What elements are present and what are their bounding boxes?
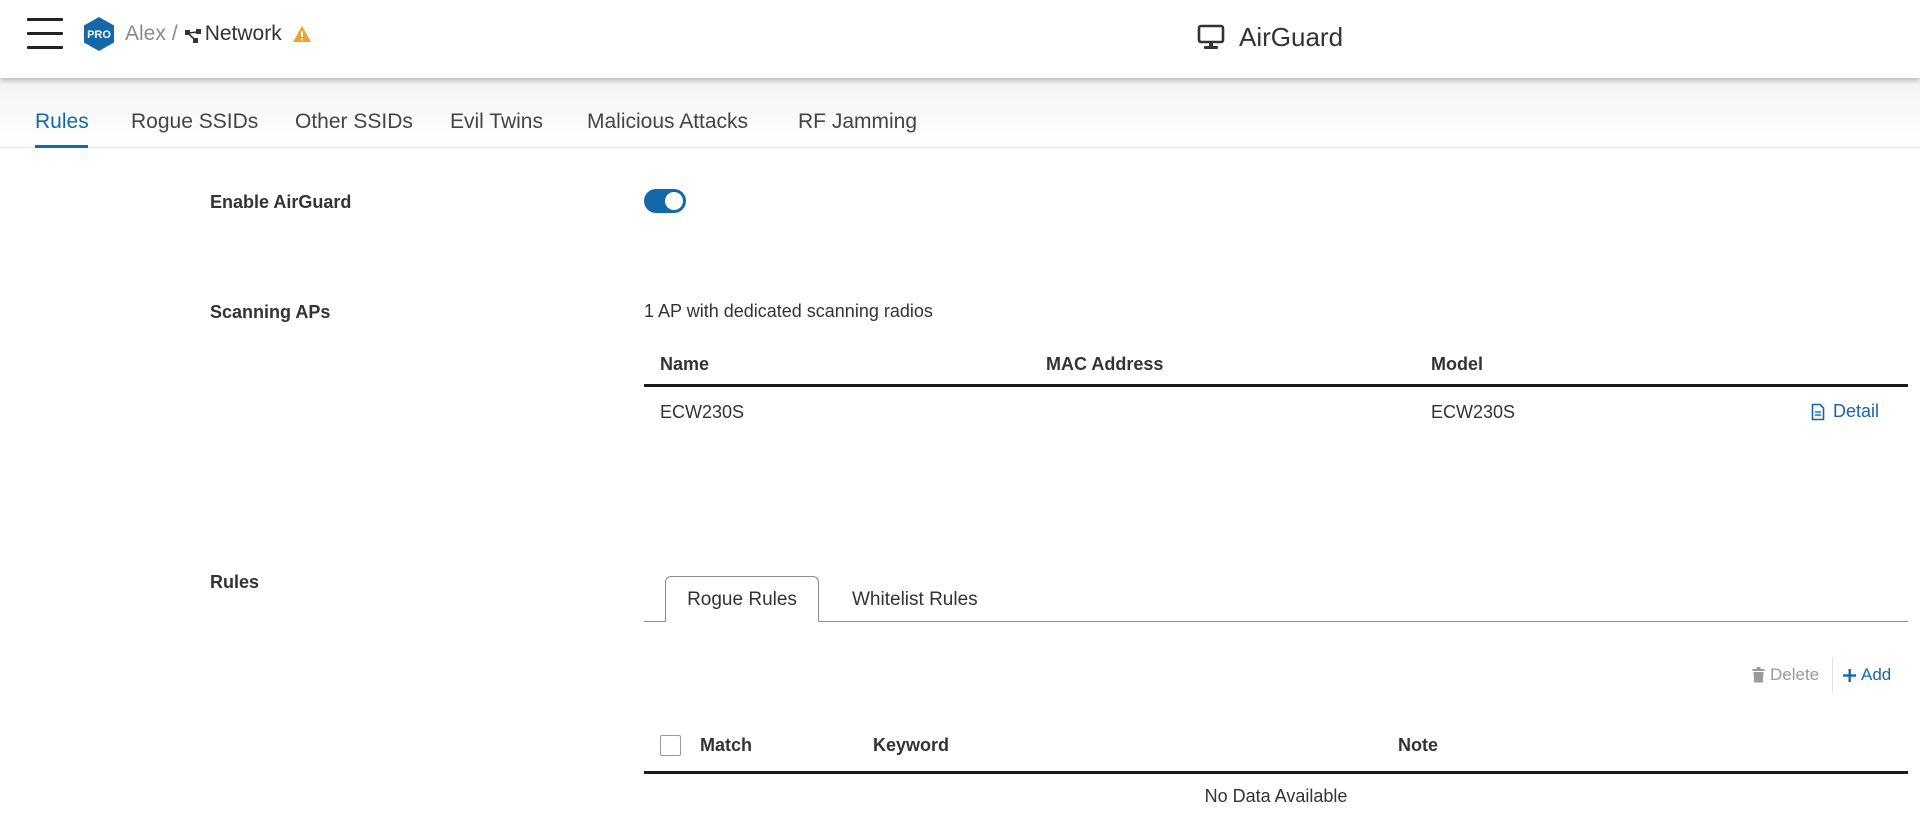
scanning-aps-description: 1 AP with dedicated scanning radios — [644, 301, 933, 321]
tab-rogue-ssids[interactable]: Rogue SSIDs — [131, 110, 258, 134]
document-icon — [1811, 403, 1825, 420]
column-header-note: Note — [1398, 735, 1438, 755]
pro-badge-text: PRO — [87, 29, 111, 41]
detail-label: Detail — [1833, 401, 1880, 421]
column-header-model: Model — [1431, 354, 1483, 374]
table-header-divider — [644, 384, 1908, 387]
breadcrumb-org[interactable]: Alex — [125, 22, 166, 46]
column-header-mac-address: MAC Address — [1046, 354, 1164, 374]
app-title-text: AirGuard — [1239, 21, 1344, 52]
add-button[interactable]: Add — [1843, 665, 1891, 685]
tab-rules[interactable]: Rules — [35, 110, 89, 134]
breadcrumb: Alex / Network — [125, 20, 312, 48]
monitor-icon — [1197, 24, 1225, 49]
subtab-divider — [644, 621, 1908, 622]
active-tab-indicator — [35, 145, 88, 148]
add-label: Add — [1861, 665, 1892, 684]
enable-airguard-label: Enable AirGuard — [210, 192, 352, 212]
select-all-checkbox[interactable] — [660, 735, 681, 756]
top-header: PRO Alex / Network AirGuard — [0, 0, 1920, 78]
rules-table-header-divider — [644, 771, 1908, 774]
tab-malicious-attacks[interactable]: Malicious Attacks — [587, 110, 748, 134]
scanning-aps-label: Scanning APs — [210, 302, 331, 322]
subtab-rogue-rules[interactable]: Rogue Rules — [665, 576, 819, 622]
tab-rf-jamming[interactable]: RF Jamming — [798, 110, 917, 134]
rules-label: Rules — [210, 572, 260, 592]
hamburger-menu-icon[interactable] — [27, 18, 63, 49]
tab-other-ssids[interactable]: Other SSIDs — [295, 110, 413, 134]
column-header-name: Name — [660, 354, 710, 374]
column-header-match: Match — [700, 735, 753, 755]
action-divider — [1832, 657, 1833, 693]
breadcrumb-network[interactable]: Network — [205, 22, 282, 46]
section-tabs: Rules Rogue SSIDs Other SSIDs Evil Twins… — [0, 78, 1920, 148]
enable-airguard-toggle[interactable] — [644, 189, 686, 213]
delete-button[interactable]: Delete — [1752, 665, 1819, 685]
network-topology-icon — [184, 26, 202, 43]
warning-icon[interactable] — [292, 25, 312, 43]
breadcrumb-separator: / — [171, 22, 178, 45]
pro-badge-icon: PRO — [83, 16, 115, 52]
ap-name-cell: ECW230S — [660, 402, 745, 422]
ap-model-cell: ECW230S — [1431, 402, 1516, 422]
toggle-knob — [665, 192, 683, 210]
subtab-whitelist-rules[interactable]: Whitelist Rules — [852, 589, 978, 611]
tab-evil-twins[interactable]: Evil Twins — [450, 110, 543, 134]
empty-state-text: No Data Available — [1204, 786, 1348, 806]
detail-button[interactable]: Detail — [1811, 401, 1879, 422]
plus-icon — [1843, 668, 1856, 682]
delete-label: Delete — [1770, 665, 1820, 684]
trash-icon — [1752, 667, 1765, 683]
column-header-keyword: Keyword — [873, 735, 950, 755]
app-title: AirGuard — [1197, 20, 1343, 54]
